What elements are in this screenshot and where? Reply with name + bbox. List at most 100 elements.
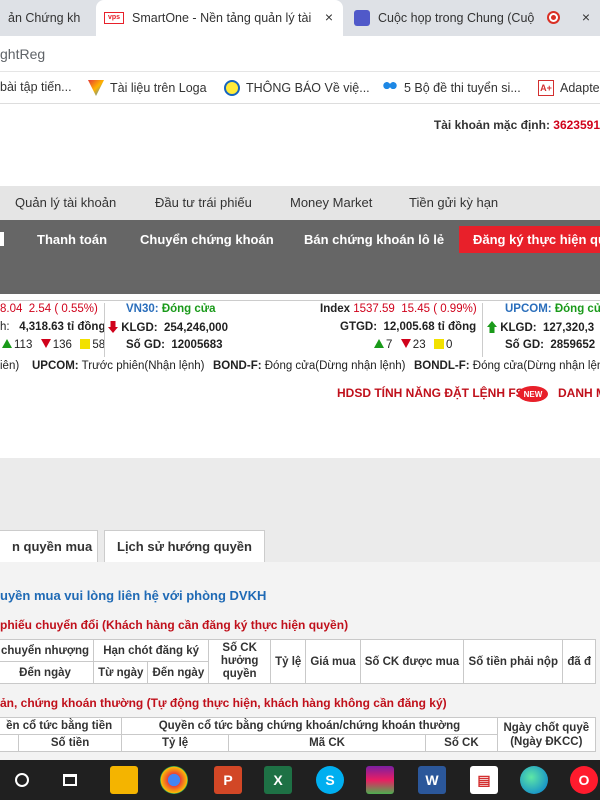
tab-rights-purchase[interactable]: n quyền mua bbox=[0, 530, 98, 562]
menu-stock-transfer[interactable]: Chuyển chứng khoán bbox=[140, 232, 274, 247]
menu-term-deposit[interactable]: Tiền gửi kỳ hạn bbox=[409, 195, 498, 210]
powerpoint-icon[interactable]: P bbox=[214, 766, 242, 794]
col-paid: đã đ bbox=[562, 639, 596, 684]
opera-icon[interactable]: O bbox=[570, 766, 598, 794]
vn30-name[interactable]: VN30: bbox=[126, 303, 159, 315]
bookmark-adapte[interactable]: A+ Adapte bbox=[538, 80, 600, 96]
browser-tab-bar: ản Chứng kh vps SmartOne - Nền tảng quản… bbox=[0, 0, 600, 36]
teams-icon bbox=[354, 10, 370, 26]
index-change: 15.45 ( 0.99%) bbox=[401, 303, 477, 315]
col-shares-buyable: Số CK được mua bbox=[359, 639, 465, 684]
recording-icon bbox=[547, 11, 560, 24]
tab-teams-meeting[interactable]: Cuộc họp trong Chung (Cuộ × bbox=[346, 0, 600, 36]
bondf-status-label: BOND-F: bbox=[213, 360, 262, 372]
vn30-klgd: 254,246,000 bbox=[164, 322, 228, 334]
down-icon bbox=[400, 339, 411, 348]
bondf-session-status: Đóng cửa(Dừng nhận lệnh) bbox=[264, 360, 406, 372]
close-icon[interactable]: × bbox=[325, 9, 333, 25]
url-text[interactable]: ghtReg bbox=[0, 46, 45, 62]
upcom-status-label: UPCOM: bbox=[32, 360, 79, 372]
edge-icon[interactable] bbox=[520, 766, 548, 794]
col-stock-code: Mã CK bbox=[227, 734, 427, 752]
search-icon[interactable] bbox=[8, 766, 36, 794]
index-ref-count: 0 bbox=[445, 339, 453, 351]
address-bar[interactable]: ghtReg bbox=[0, 36, 600, 72]
col-amount-due: Số tiền phải nộp bbox=[463, 639, 564, 684]
bookmark-label: Tài liệu trên Loga bbox=[110, 81, 207, 95]
menu-register-rights[interactable]: Đăng ký thực hiện qu bbox=[459, 226, 600, 253]
skype-icon[interactable]: S bbox=[316, 766, 344, 794]
section-dividends: ản, chứng khoán thường (Tự động thực hiệ… bbox=[0, 696, 447, 710]
file-explorer-icon[interactable] bbox=[110, 766, 138, 794]
app-icon[interactable] bbox=[366, 766, 394, 794]
left-index-value: 8.04 bbox=[0, 303, 23, 315]
market-ticker: 8.04 2.54 ( 0.55%) h: 4,318.63 tỉ đồng 1… bbox=[0, 300, 600, 357]
left-trade-value: 4,318.63 tỉ đồng bbox=[19, 321, 106, 333]
index-gtgd-label: GTGD: bbox=[340, 321, 378, 333]
col-to-date: Đến ngày bbox=[0, 661, 95, 684]
section-convertible-bonds: phiếu chuyển đổi (Khách hàng cần đăng ký… bbox=[0, 618, 349, 632]
col-ratio: Tỷ lệ bbox=[270, 639, 307, 684]
bookmark-label: bài tập tiến... bbox=[0, 80, 72, 94]
arrow-down-icon bbox=[108, 321, 118, 333]
close-icon[interactable]: × bbox=[582, 9, 590, 25]
up-icon bbox=[2, 339, 12, 348]
upcom-sogd-label: Số GD: bbox=[505, 339, 544, 351]
ticker-divider bbox=[482, 303, 483, 357]
up-icon bbox=[374, 339, 384, 348]
sub-menu: Thanh toán Chuyển chứng khoán Bán chứng … bbox=[0, 220, 600, 294]
col-entitled-shares: Số CK hưởng quyền bbox=[208, 639, 272, 684]
left-index-change: 2.54 ( 0.55%) bbox=[28, 303, 98, 315]
col-stock-dividend: Quyền cổ tức bằng chứng khoán/chứng khoá… bbox=[121, 717, 498, 735]
bookmark-label: Adapte bbox=[560, 81, 600, 95]
menu-payment[interactable]: Thanh toán bbox=[37, 232, 107, 247]
col-price: Giá mua bbox=[305, 639, 361, 684]
dividend-table: ền cổ tức bằng tiền Quyền cổ tức bằng ch… bbox=[0, 717, 597, 752]
col-transfer: chuyển nhượng bbox=[0, 639, 95, 662]
loga-icon bbox=[88, 80, 104, 96]
bookmark-thong-bao[interactable]: THÔNG BÁO Về việ... bbox=[224, 80, 370, 96]
menu-account-management[interactable]: Quản lý tài khoản bbox=[15, 195, 116, 210]
left-up-count: 113 bbox=[14, 339, 33, 351]
excel-icon[interactable]: X bbox=[264, 766, 292, 794]
bondlf-session-status: Đóng cửa(Dừng nhận lệnh) bbox=[472, 360, 600, 372]
session-status-line: iên) UPCOM: Trước phiên(Nhận lệnh) BOND-… bbox=[0, 360, 600, 378]
vn30-sogd: 12005683 bbox=[171, 339, 223, 351]
col-from-date: Từ ngày bbox=[93, 661, 149, 684]
word-icon[interactable]: W bbox=[418, 766, 446, 794]
chrome-icon[interactable] bbox=[160, 766, 188, 794]
bookmark-bai-tap[interactable]: bài tập tiến... bbox=[0, 80, 72, 94]
task-view-icon[interactable] bbox=[56, 766, 84, 794]
menu-bond-investment[interactable]: Đầu tư trái phiếu bbox=[155, 195, 252, 210]
tab-label: Cuộc họp trong Chung (Cuộ bbox=[378, 11, 535, 25]
danh-muc-link[interactable]: DANH M bbox=[558, 386, 600, 400]
left-value-label: h: bbox=[0, 321, 10, 333]
tab-label: ản Chứng kh bbox=[8, 11, 81, 25]
status-fragment: iên) bbox=[0, 360, 20, 372]
bookmark-bo-de-thi[interactable]: 5 Bộ đề thi tuyển si... bbox=[382, 80, 521, 96]
contact-notice: uyền mua vui lòng liên hệ với phòng DVKH bbox=[0, 588, 267, 603]
account-number[interactable]: 3623591 bbox=[553, 118, 600, 132]
arrow-up-icon bbox=[487, 321, 497, 333]
hdsd-fs-link[interactable]: HDSD TÍNH NĂNG ĐẶT LỆNH FS bbox=[337, 386, 524, 400]
upcom-name[interactable]: UPCOM: bbox=[505, 303, 552, 315]
index-down-count: 23 bbox=[412, 339, 426, 351]
account-label: Tài khoản mặc định: bbox=[433, 118, 554, 132]
col-cash-dividend: ền cổ tức bằng tiền bbox=[0, 717, 123, 735]
menu-odd-lot-sale[interactable]: Bán chứng khoán lô lẻ bbox=[304, 232, 444, 247]
ref-icon bbox=[433, 339, 444, 349]
tab-chung-khoan[interactable]: ản Chứng kh bbox=[0, 0, 95, 36]
tab-label: SmartOne - Nền tảng quản lý tài bbox=[132, 11, 312, 25]
tab-smartone[interactable]: vps SmartOne - Nền tảng quản lý tài × bbox=[96, 0, 343, 36]
menu-money-market[interactable]: Money Market bbox=[290, 195, 372, 210]
col-deadline: Hạn chót đăng ký bbox=[93, 639, 210, 662]
pdf-icon[interactable]: ▤ bbox=[470, 766, 498, 794]
vps-logo-icon: vps bbox=[104, 12, 124, 24]
a-plus-icon: A+ bbox=[538, 80, 554, 96]
index-label: Index bbox=[320, 303, 351, 315]
menu-left-fragment bbox=[0, 232, 4, 246]
left-down-count: 136 bbox=[52, 339, 72, 351]
bookmark-loga[interactable]: Tài liệu trên Loga bbox=[88, 80, 207, 96]
tab-rights-history[interactable]: Lịch sử hướng quyền bbox=[104, 530, 265, 562]
new-badge: NEW bbox=[518, 386, 548, 402]
